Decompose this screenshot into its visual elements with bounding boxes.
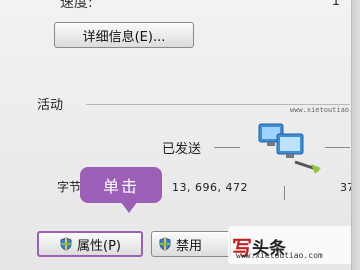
uac-shield-icon [60, 237, 72, 251]
watermark-url-top: www.xietoutiao.com [290, 106, 360, 114]
disable-button[interactable]: 禁用 [151, 231, 231, 257]
callout-pointer [120, 201, 138, 213]
activity-section-label: 活动 [37, 98, 64, 113]
sent-line [214, 147, 240, 148]
connection-status-dialog: 速度: 1 详细信息(E)... 活动 www.xietoutiao.com 已… [0, 0, 360, 270]
details-button-label: 详细信息(E)... [82, 29, 166, 45]
properties-button[interactable]: 属性(P) [37, 231, 143, 257]
bytes-separator [284, 186, 285, 200]
site-watermark: 写 头条 www.xietoutiao.com [228, 226, 352, 264]
click-hint-callout: 单击 [80, 167, 162, 203]
details-button[interactable]: 详细信息(E)... [54, 22, 194, 48]
uac-shield-icon [159, 237, 171, 251]
disable-button-label: 禁用 [176, 238, 203, 254]
bytes-label: 字节 [57, 180, 82, 194]
speed-value: 1 [331, 0, 340, 9]
properties-button-label: 属性(P) [77, 238, 121, 254]
window-edge [351, 0, 360, 270]
received-line [325, 147, 350, 148]
watermark-url: www.xietoutiao.com [236, 251, 323, 260]
click-hint-text: 单击 [102, 177, 139, 196]
network-computers-icon [258, 123, 321, 174]
bytes-sent-value: 13, 696, 472 [172, 181, 248, 194]
speed-label: 速度: [60, 0, 93, 11]
sent-label: 已发送 [162, 142, 202, 157]
activity-divider [86, 104, 350, 105]
